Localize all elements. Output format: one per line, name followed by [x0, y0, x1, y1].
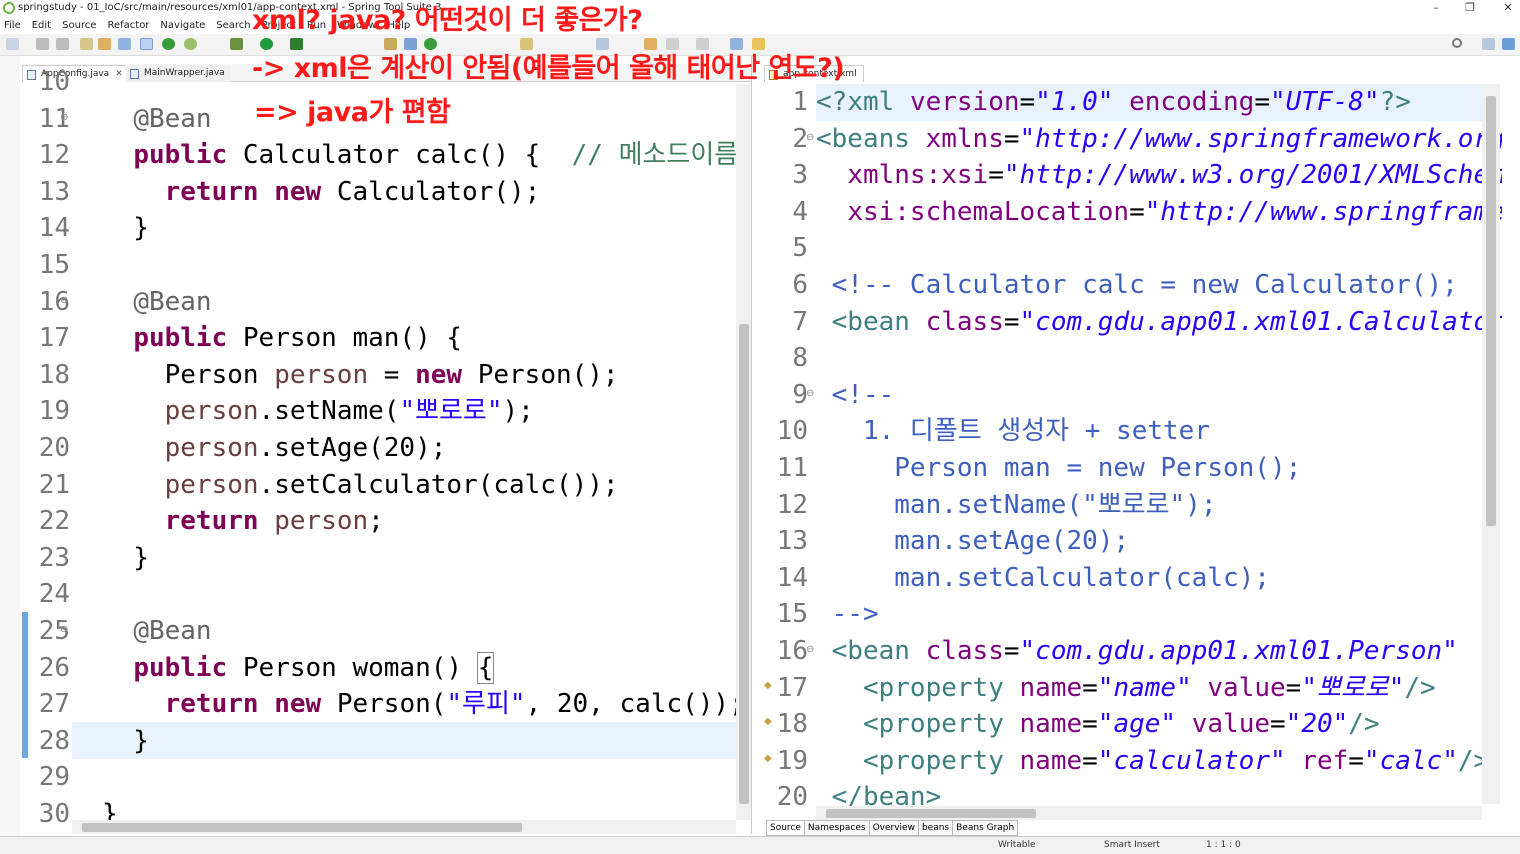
line-numbers: 1 2 3 4 5 6 7 8 9 10 11 12 13 14 15 16 1…: [776, 87, 808, 813]
horizontal-scrollbar[interactable]: [72, 820, 736, 834]
toggle-mark-icon[interactable]: [140, 38, 153, 50]
console-icon[interactable]: [118, 38, 131, 50]
tab-beans-graph[interactable]: Beans Graph: [952, 820, 1019, 836]
line-numbers: 10 11 12 13 14 15 16 17 18 19 20 21 22 2…: [38, 67, 70, 829]
status-writable: Writable: [998, 840, 1036, 850]
next-annotation-icon[interactable]: [596, 38, 609, 50]
external-tools-icon[interactable]: [290, 38, 303, 50]
fold-icon[interactable]: ⊖: [806, 132, 814, 143]
java-editor[interactable]: AppConfig.java ✕ MainWrapper.java 10 11 1…: [22, 56, 752, 834]
warning-marker-icon[interactable]: ◆: [764, 680, 772, 691]
scroll-thumb[interactable]: [739, 324, 749, 804]
search-icon[interactable]: [1452, 38, 1462, 48]
warning-marker-icon[interactable]: ◆: [764, 716, 772, 727]
save-icon[interactable]: [36, 38, 49, 50]
spring-tool-suite-icon: [3, 2, 15, 14]
open-type-icon[interactable]: [98, 38, 111, 50]
menu-source[interactable]: Source: [62, 20, 96, 31]
back-icon[interactable]: [666, 38, 679, 50]
overlay-note-xml: -> xml은 계산이 안됨(예를들어 올해 태어난 연도?): [252, 53, 845, 84]
debug-icon[interactable]: [230, 38, 243, 50]
scroll-thumb[interactable]: [82, 823, 522, 832]
menu-bar: File Edit Source Refactor Navigate Searc…: [0, 16, 1520, 34]
prev-edit-icon[interactable]: [644, 38, 657, 50]
open-folder-icon[interactable]: [520, 38, 533, 50]
fold-icon[interactable]: ⊖: [60, 295, 68, 306]
minimize-button[interactable]: –: [1418, 0, 1454, 16]
new-class-icon[interactable]: [424, 38, 437, 50]
scroll-thumb[interactable]: [826, 809, 1036, 818]
tab-overview[interactable]: Overview: [868, 820, 919, 836]
tab-source[interactable]: Source: [766, 820, 805, 836]
overlay-note-java: => java가 편함: [254, 97, 451, 128]
forward-icon[interactable]: [696, 38, 709, 50]
new-java-project-icon[interactable]: [384, 38, 397, 50]
spring-icon[interactable]: [162, 38, 175, 50]
menu-file[interactable]: File: [4, 20, 21, 31]
spring-dashboard-icon[interactable]: [752, 38, 765, 50]
tab-beans[interactable]: beans: [917, 820, 954, 836]
new-package-icon[interactable]: [404, 38, 417, 50]
xml-source-code[interactable]: <?xml version="1.0" encoding="UTF-8"?> <…: [816, 84, 1502, 816]
left-trim-bar: [0, 56, 20, 846]
horizontal-scrollbar[interactable]: [816, 806, 1482, 820]
xml-editor-page-tabs: Source Namespaces Overview beans Beans G…: [766, 820, 1019, 836]
pin-editor-icon[interactable]: [730, 38, 743, 50]
vertical-scrollbar[interactable]: [1482, 84, 1500, 804]
menu-refactor[interactable]: Refactor: [107, 20, 149, 31]
run-icon[interactable]: [260, 38, 273, 50]
menu-edit[interactable]: Edit: [32, 20, 51, 31]
tab-namespaces[interactable]: Namespaces: [803, 820, 870, 836]
fold-icon[interactable]: ⊖: [806, 644, 814, 655]
save-all-icon[interactable]: [56, 38, 69, 50]
close-window-button[interactable]: ✕: [1490, 0, 1520, 16]
status-bar: Writable Smart Insert 1 : 1 : 0: [0, 836, 1520, 854]
scroll-thumb[interactable]: [1486, 96, 1496, 526]
refresh-icon[interactable]: [184, 38, 197, 50]
new-icon[interactable]: [6, 38, 19, 50]
vertical-scrollbar[interactable]: [736, 84, 751, 820]
warning-marker-icon[interactable]: ◆: [764, 753, 772, 764]
status-cursor-position: 1 : 1 : 0: [1206, 840, 1241, 850]
fold-icon[interactable]: ⊖: [60, 112, 68, 123]
menu-search[interactable]: Search: [216, 20, 250, 31]
title-bar: springstudy - 01_IoC/src/main/resources/…: [0, 0, 1520, 16]
maximize-button[interactable]: ❐: [1452, 0, 1488, 16]
menu-navigate[interactable]: Navigate: [160, 20, 205, 31]
overlay-note-question: xml? java? 어떤것이 더 좋은가?: [252, 5, 643, 36]
status-insert-mode: Smart Insert: [1104, 840, 1160, 850]
fold-icon[interactable]: ⊖: [60, 624, 68, 635]
open-perspective-icon[interactable]: [1482, 38, 1495, 50]
fold-icon[interactable]: ⊖: [806, 388, 814, 399]
print-icon[interactable]: [80, 38, 93, 50]
java-perspective-icon[interactable]: [1502, 38, 1515, 50]
java-source-code[interactable]: @Bean public Calculator calc() { // 메소드이…: [102, 64, 745, 832]
right-editor-tabs: app-context.xml: [764, 64, 1502, 82]
xml-editor[interactable]: app-context.xml 1 2 3 4 5 6 7 8 9 10 11 …: [764, 56, 1502, 820]
